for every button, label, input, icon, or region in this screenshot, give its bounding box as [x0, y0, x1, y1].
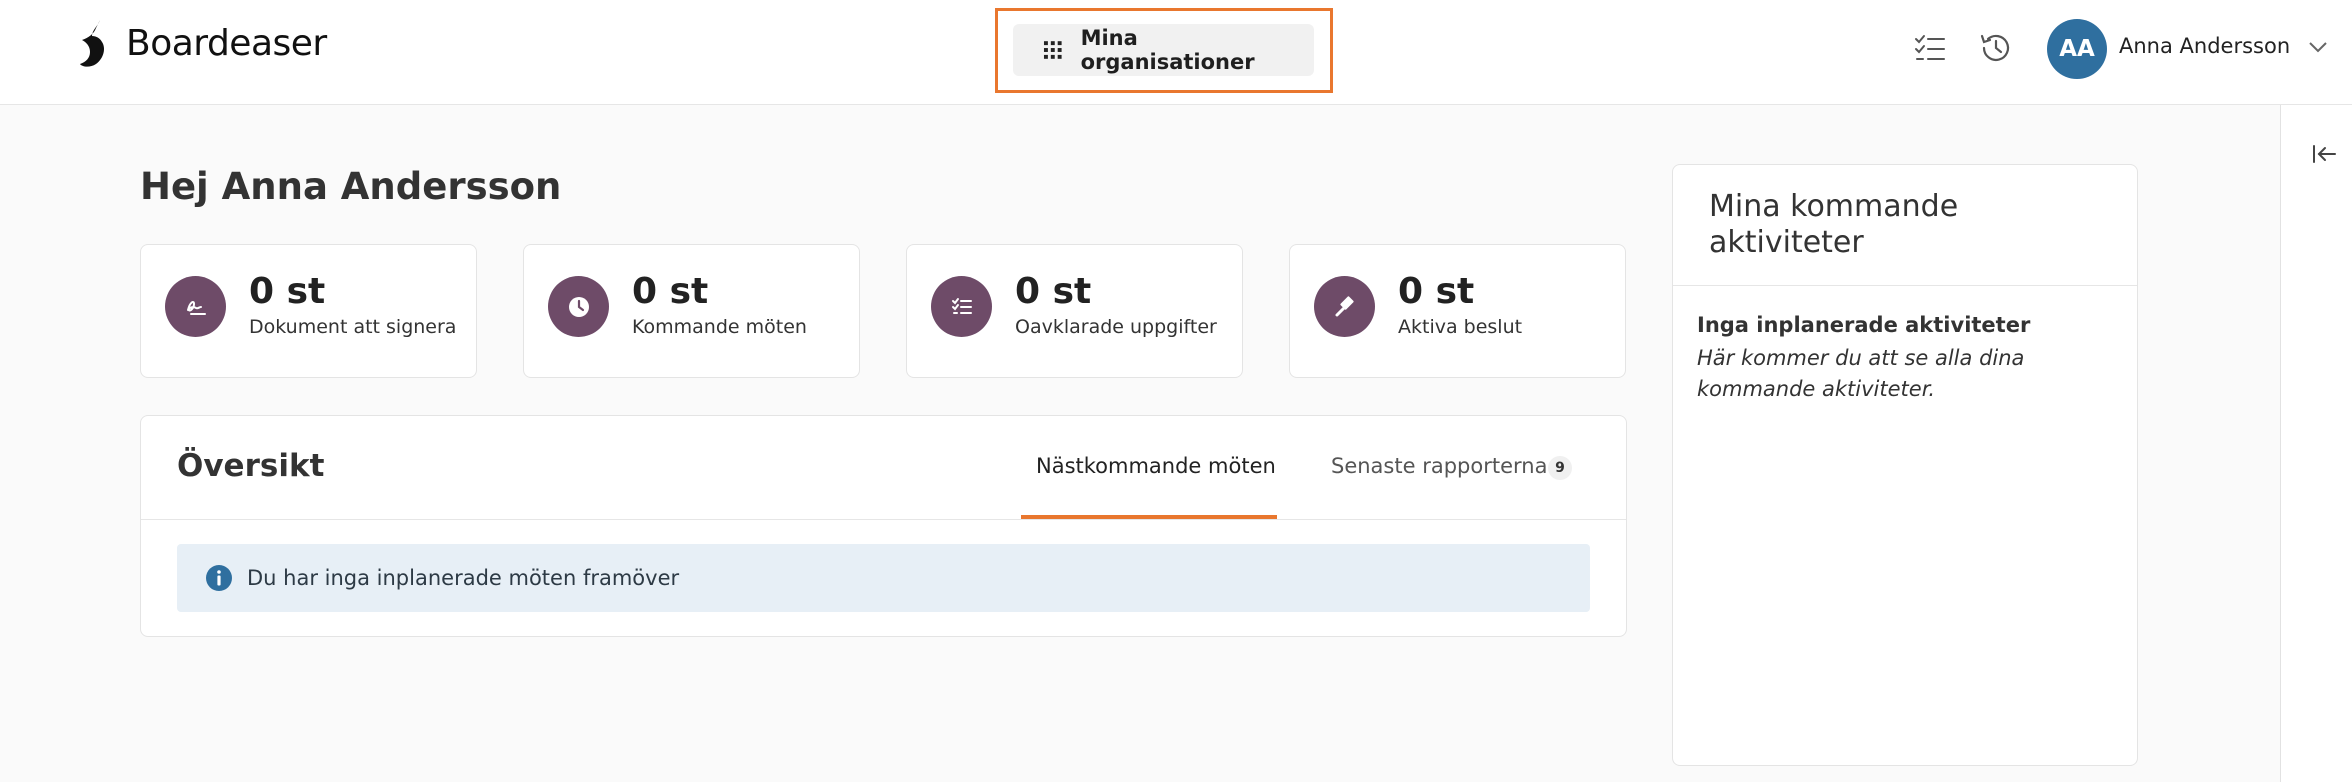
- divider: [141, 519, 1626, 520]
- overview-title: Översikt: [177, 448, 325, 484]
- top-header: Boardeaser Mina organisationer AA Anna A…: [0, 0, 2352, 105]
- my-organisations-label: Mina organisationer: [1080, 26, 1255, 74]
- stat-value: 0 st: [1398, 271, 1475, 312]
- tab-upcoming-meetings[interactable]: Nästkommande möten: [1036, 454, 1276, 478]
- page-greeting: Hej Anna Andersson: [140, 165, 562, 208]
- brand-name: Boardeaser: [126, 22, 327, 64]
- stat-label: Dokument att signera: [249, 316, 457, 338]
- checklist-icon: [951, 297, 972, 314]
- clock-icon: [568, 296, 589, 317]
- gavel-icon: [1335, 295, 1354, 316]
- collapse-panel-icon[interactable]: [2311, 143, 2337, 165]
- task-list-icon[interactable]: [1912, 30, 1948, 66]
- stat-value: 0 st: [632, 271, 709, 312]
- grid-icon: [1043, 41, 1062, 59]
- divider: [1673, 285, 2137, 286]
- stat-icon-circle: [165, 276, 226, 337]
- stat-card-documents-to-sign[interactable]: 0 st Dokument att signera: [140, 244, 477, 378]
- activities-title: Mina kommande aktiviteter: [1709, 189, 1959, 260]
- stat-card-upcoming-meetings[interactable]: 0 st Kommande möten: [523, 244, 860, 378]
- no-meetings-info: Du har inga inplanerade möten framöver: [177, 544, 1590, 612]
- overview-card: Översikt Nästkommande möten Senaste rapp…: [140, 415, 1627, 637]
- reports-count-badge: 9: [1548, 456, 1572, 480]
- upcoming-activities-panel: Mina kommande aktiviteter Inga inplanera…: [1672, 164, 2138, 766]
- activities-empty-title: Inga inplanerade aktiviteter: [1697, 313, 2031, 337]
- stat-icon-circle: [548, 276, 609, 337]
- stat-value: 0 st: [1015, 271, 1092, 312]
- brand-logo[interactable]: Boardeaser: [78, 18, 327, 68]
- stat-label: Kommande möten: [632, 316, 807, 338]
- stat-icon-circle: [931, 276, 992, 337]
- my-organisations-button[interactable]: Mina organisationer: [1013, 24, 1314, 76]
- history-icon[interactable]: [1978, 30, 2014, 66]
- activities-empty-description: Här kommer du att se alla dina kommande …: [1697, 346, 2025, 401]
- stat-card-active-decisions[interactable]: 0 st Aktiva beslut: [1289, 244, 1626, 378]
- tab-latest-reports[interactable]: Senaste rapporterna: [1331, 454, 1547, 478]
- signature-icon: [186, 300, 206, 315]
- stat-label: Aktiva beslut: [1398, 316, 1523, 338]
- stat-card-open-tasks[interactable]: 0 st Oavklarade uppgifter: [906, 244, 1243, 378]
- user-avatar[interactable]: AA: [2047, 19, 2107, 79]
- stat-value: 0 st: [249, 271, 326, 312]
- stat-icon-circle: [1314, 276, 1375, 337]
- user-name[interactable]: Anna Andersson: [2119, 34, 2290, 58]
- info-message: Du har inga inplanerade möten framöver: [247, 566, 680, 590]
- right-side-rail: [2280, 105, 2352, 782]
- chevron-down-icon[interactable]: [2306, 38, 2330, 56]
- info-icon: [206, 565, 232, 591]
- boardeaser-logo-icon: [80, 20, 104, 67]
- stat-label: Oavklarade uppgifter: [1015, 316, 1217, 338]
